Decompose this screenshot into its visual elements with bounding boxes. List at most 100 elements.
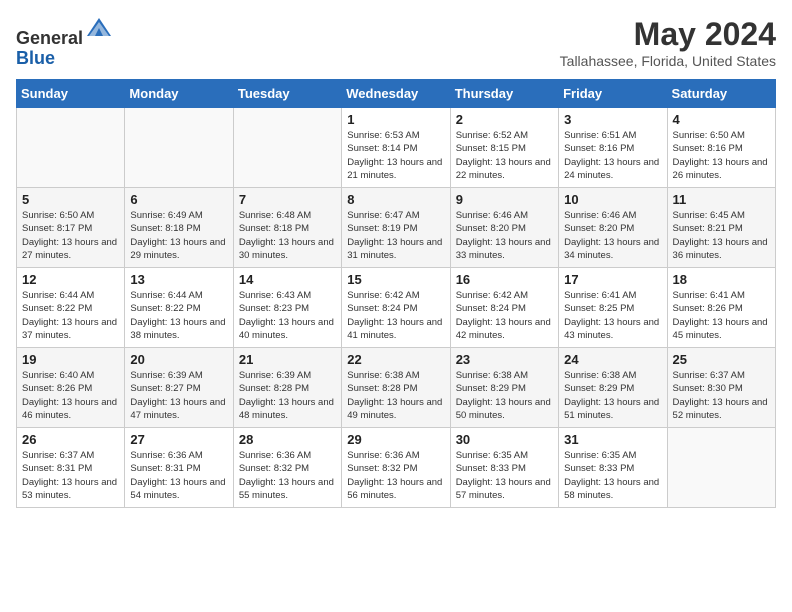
calendar-day-cell: 30 Sunrise: 6:35 AM Sunset: 8:33 PM Dayli… <box>450 428 558 508</box>
day-info: Sunrise: 6:35 AM Sunset: 8:33 PM Dayligh… <box>564 449 661 502</box>
day-number: 4 <box>673 112 770 127</box>
day-info: Sunrise: 6:37 AM Sunset: 8:31 PM Dayligh… <box>22 449 119 502</box>
calendar-day-cell <box>667 428 775 508</box>
day-number: 23 <box>456 352 553 367</box>
day-of-week-header: Monday <box>125 80 233 108</box>
calendar-day-cell <box>17 108 125 188</box>
calendar-day-cell: 27 Sunrise: 6:36 AM Sunset: 8:31 PM Dayli… <box>125 428 233 508</box>
day-number: 29 <box>347 432 444 447</box>
day-number: 26 <box>22 432 119 447</box>
title-block: May 2024 Tallahassee, Florida, United St… <box>560 16 776 69</box>
day-info: Sunrise: 6:39 AM Sunset: 8:28 PM Dayligh… <box>239 369 336 422</box>
day-number: 12 <box>22 272 119 287</box>
day-number: 21 <box>239 352 336 367</box>
day-number: 14 <box>239 272 336 287</box>
calendar-day-cell: 31 Sunrise: 6:35 AM Sunset: 8:33 PM Dayli… <box>559 428 667 508</box>
day-of-week-header: Thursday <box>450 80 558 108</box>
day-number: 13 <box>130 272 227 287</box>
day-number: 16 <box>456 272 553 287</box>
calendar-week-row: 26 Sunrise: 6:37 AM Sunset: 8:31 PM Dayli… <box>17 428 776 508</box>
calendar-day-cell <box>233 108 341 188</box>
logo-general: General <box>16 28 83 48</box>
calendar-day-cell: 14Sunrise: 6:43 AM Sunset: 8:23 PM Dayli… <box>233 268 341 348</box>
day-of-week-header: Friday <box>559 80 667 108</box>
calendar-day-cell: 23 Sunrise: 6:38 AM Sunset: 8:29 PM Dayli… <box>450 348 558 428</box>
day-number: 20 <box>130 352 227 367</box>
day-info: Sunrise: 6:51 AM Sunset: 8:16 PM Dayligh… <box>564 129 661 182</box>
calendar-table: SundayMondayTuesdayWednesdayThursdayFrid… <box>16 79 776 508</box>
day-info: Sunrise: 6:50 AM Sunset: 8:16 PM Dayligh… <box>673 129 770 182</box>
day-of-week-header: Sunday <box>17 80 125 108</box>
day-info: Sunrise: 6:36 AM Sunset: 8:32 PM Dayligh… <box>239 449 336 502</box>
day-info: Sunrise: 6:52 AM Sunset: 8:15 PM Dayligh… <box>456 129 553 182</box>
calendar-day-cell: 1Sunrise: 6:53 AM Sunset: 8:14 PM Daylig… <box>342 108 450 188</box>
calendar-day-cell: 4 Sunrise: 6:50 AM Sunset: 8:16 PM Daylig… <box>667 108 775 188</box>
calendar-day-cell: 17Sunrise: 6:41 AM Sunset: 8:25 PM Dayli… <box>559 268 667 348</box>
calendar-day-cell: 9 Sunrise: 6:46 AM Sunset: 8:20 PM Daylig… <box>450 188 558 268</box>
day-number: 25 <box>673 352 770 367</box>
calendar-day-cell: 28Sunrise: 6:36 AM Sunset: 8:32 PM Dayli… <box>233 428 341 508</box>
calendar-day-cell: 19Sunrise: 6:40 AM Sunset: 8:26 PM Dayli… <box>17 348 125 428</box>
day-number: 10 <box>564 192 661 207</box>
calendar-day-cell: 2 Sunrise: 6:52 AM Sunset: 8:15 PM Daylig… <box>450 108 558 188</box>
location-subtitle: Tallahassee, Florida, United States <box>560 53 776 69</box>
day-info: Sunrise: 6:42 AM Sunset: 8:24 PM Dayligh… <box>456 289 553 342</box>
logo: General Blue <box>16 16 113 69</box>
day-number: 22 <box>347 352 444 367</box>
calendar-day-cell: 5 Sunrise: 6:50 AM Sunset: 8:17 PM Daylig… <box>17 188 125 268</box>
calendar-day-cell: 13 Sunrise: 6:44 AM Sunset: 8:22 PM Dayli… <box>125 268 233 348</box>
calendar-header-row: SundayMondayTuesdayWednesdayThursdayFrid… <box>17 80 776 108</box>
day-info: Sunrise: 6:39 AM Sunset: 8:27 PM Dayligh… <box>130 369 227 422</box>
day-of-week-header: Tuesday <box>233 80 341 108</box>
day-number: 7 <box>239 192 336 207</box>
calendar-week-row: 12 Sunrise: 6:44 AM Sunset: 8:22 PM Dayli… <box>17 268 776 348</box>
calendar-day-cell: 8Sunrise: 6:47 AM Sunset: 8:19 PM Daylig… <box>342 188 450 268</box>
logo-icon <box>85 16 113 44</box>
calendar-day-cell: 16 Sunrise: 6:42 AM Sunset: 8:24 PM Dayli… <box>450 268 558 348</box>
day-number: 19 <box>22 352 119 367</box>
calendar-week-row: 1Sunrise: 6:53 AM Sunset: 8:14 PM Daylig… <box>17 108 776 188</box>
day-info: Sunrise: 6:37 AM Sunset: 8:30 PM Dayligh… <box>673 369 770 422</box>
day-number: 24 <box>564 352 661 367</box>
day-info: Sunrise: 6:41 AM Sunset: 8:25 PM Dayligh… <box>564 289 661 342</box>
day-info: Sunrise: 6:47 AM Sunset: 8:19 PM Dayligh… <box>347 209 444 262</box>
calendar-day-cell: 3Sunrise: 6:51 AM Sunset: 8:16 PM Daylig… <box>559 108 667 188</box>
calendar-day-cell: 24 Sunrise: 6:38 AM Sunset: 8:29 PM Dayli… <box>559 348 667 428</box>
calendar-day-cell: 22Sunrise: 6:38 AM Sunset: 8:28 PM Dayli… <box>342 348 450 428</box>
day-info: Sunrise: 6:36 AM Sunset: 8:31 PM Dayligh… <box>130 449 227 502</box>
calendar-day-cell: 21 Sunrise: 6:39 AM Sunset: 8:28 PM Dayli… <box>233 348 341 428</box>
day-of-week-header: Saturday <box>667 80 775 108</box>
calendar-day-cell: 11Sunrise: 6:45 AM Sunset: 8:21 PM Dayli… <box>667 188 775 268</box>
calendar-day-cell: 7Sunrise: 6:48 AM Sunset: 8:18 PM Daylig… <box>233 188 341 268</box>
day-info: Sunrise: 6:46 AM Sunset: 8:20 PM Dayligh… <box>456 209 553 262</box>
day-info: Sunrise: 6:41 AM Sunset: 8:26 PM Dayligh… <box>673 289 770 342</box>
day-number: 2 <box>456 112 553 127</box>
day-info: Sunrise: 6:35 AM Sunset: 8:33 PM Dayligh… <box>456 449 553 502</box>
day-info: Sunrise: 6:50 AM Sunset: 8:17 PM Dayligh… <box>22 209 119 262</box>
day-info: Sunrise: 6:45 AM Sunset: 8:21 PM Dayligh… <box>673 209 770 262</box>
day-info: Sunrise: 6:42 AM Sunset: 8:24 PM Dayligh… <box>347 289 444 342</box>
day-number: 9 <box>456 192 553 207</box>
calendar-day-cell: 12Sunrise: 6:44 AM Sunset: 8:22 PM Dayli… <box>17 268 125 348</box>
calendar-day-cell: 10Sunrise: 6:46 AM Sunset: 8:20 PM Dayli… <box>559 188 667 268</box>
day-number: 5 <box>22 192 119 207</box>
calendar-day-cell: 18 Sunrise: 6:41 AM Sunset: 8:26 PM Dayli… <box>667 268 775 348</box>
day-number: 18 <box>673 272 770 287</box>
day-info: Sunrise: 6:49 AM Sunset: 8:18 PM Dayligh… <box>130 209 227 262</box>
day-number: 30 <box>456 432 553 447</box>
day-info: Sunrise: 6:53 AM Sunset: 8:14 PM Dayligh… <box>347 129 444 182</box>
calendar-day-cell: 25 Sunrise: 6:37 AM Sunset: 8:30 PM Dayli… <box>667 348 775 428</box>
month-title: May 2024 <box>560 16 776 53</box>
calendar-day-cell: 26 Sunrise: 6:37 AM Sunset: 8:31 PM Dayli… <box>17 428 125 508</box>
page-header: General Blue May 2024 Tallahassee, Flori… <box>16 16 776 69</box>
day-info: Sunrise: 6:38 AM Sunset: 8:29 PM Dayligh… <box>564 369 661 422</box>
calendar-week-row: 19Sunrise: 6:40 AM Sunset: 8:26 PM Dayli… <box>17 348 776 428</box>
day-info: Sunrise: 6:44 AM Sunset: 8:22 PM Dayligh… <box>130 289 227 342</box>
day-number: 27 <box>130 432 227 447</box>
calendar-day-cell: 29Sunrise: 6:36 AM Sunset: 8:32 PM Dayli… <box>342 428 450 508</box>
calendar-day-cell: 20 Sunrise: 6:39 AM Sunset: 8:27 PM Dayli… <box>125 348 233 428</box>
calendar-week-row: 5 Sunrise: 6:50 AM Sunset: 8:17 PM Daylig… <box>17 188 776 268</box>
day-number: 31 <box>564 432 661 447</box>
day-info: Sunrise: 6:38 AM Sunset: 8:29 PM Dayligh… <box>456 369 553 422</box>
day-number: 15 <box>347 272 444 287</box>
